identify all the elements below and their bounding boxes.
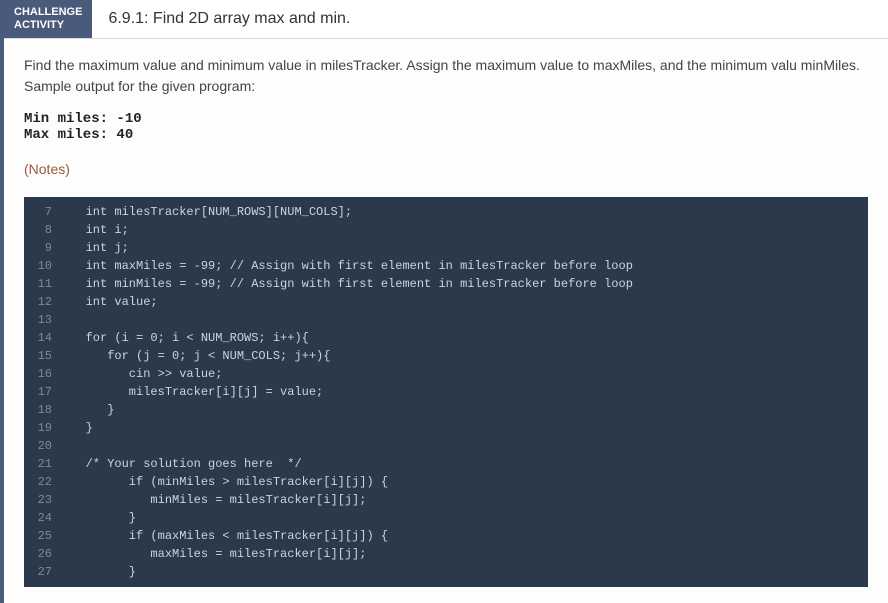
code-text: if (minMiles > milesTracker[i][j]) { (64, 473, 388, 491)
code-line: 18 } (24, 401, 868, 419)
code-line: 11 int minMiles = -99; // Assign with fi… (24, 275, 868, 293)
line-number: 27 (24, 563, 64, 581)
activity-badge: CHALLENGE ACTIVITY (4, 0, 92, 38)
notes-link[interactable]: (Notes) (24, 161, 70, 177)
code-text: minMiles = milesTracker[i][j]; (64, 491, 366, 509)
sample-output: Min miles: -10 Max miles: 40 (24, 111, 868, 143)
code-text: /* Your solution goes here */ (64, 455, 302, 473)
code-text: int minMiles = -99; // Assign with first… (64, 275, 633, 293)
code-text: milesTracker[i][j] = value; (64, 383, 323, 401)
code-line: 21 /* Your solution goes here */ (24, 455, 868, 473)
code-text: cin >> value; (64, 365, 222, 383)
line-number: 23 (24, 491, 64, 509)
line-number: 9 (24, 239, 64, 257)
line-number: 7 (24, 203, 64, 221)
code-line: 23 minMiles = milesTracker[i][j]; (24, 491, 868, 509)
line-number: 17 (24, 383, 64, 401)
output-line2: Max miles: 40 (24, 127, 133, 143)
code-line: 27 } (24, 563, 868, 581)
code-text: } (64, 401, 114, 419)
line-number: 20 (24, 437, 64, 455)
code-line: 25 if (maxMiles < milesTracker[i][j]) { (24, 527, 868, 545)
code-line: 20 (24, 437, 868, 455)
code-line: 24 } (24, 509, 868, 527)
code-text: for (j = 0; j < NUM_COLS; j++){ (64, 347, 330, 365)
line-number: 11 (24, 275, 64, 293)
line-number: 16 (24, 365, 64, 383)
line-number: 24 (24, 509, 64, 527)
code-line: 19 } (24, 419, 868, 437)
code-line: 26 maxMiles = milesTracker[i][j]; (24, 545, 868, 563)
code-text: for (i = 0; i < NUM_ROWS; i++){ (64, 329, 309, 347)
code-line: 13 (24, 311, 868, 329)
badge-line1: CHALLENGE (14, 6, 82, 19)
line-number: 15 (24, 347, 64, 365)
code-line: 17 milesTracker[i][j] = value; (24, 383, 868, 401)
line-number: 21 (24, 455, 64, 473)
code-editor[interactable]: 7 int milesTracker[NUM_ROWS][NUM_COLS]; … (24, 197, 868, 587)
code-line: 10 int maxMiles = -99; // Assign with fi… (24, 257, 868, 275)
activity-title: 6.9.1: Find 2D array max and min. (92, 0, 366, 38)
code-text: } (64, 563, 136, 581)
code-text: if (maxMiles < milesTracker[i][j]) { (64, 527, 388, 545)
activity-content: Find the maximum value and minimum value… (4, 39, 888, 603)
code-text: int value; (64, 293, 158, 311)
line-number: 26 (24, 545, 64, 563)
code-text: maxMiles = milesTracker[i][j]; (64, 545, 366, 563)
activity-container: CHALLENGE ACTIVITY 6.9.1: Find 2D array … (0, 0, 888, 603)
code-line: 22 if (minMiles > milesTracker[i][j]) { (24, 473, 868, 491)
output-line1: Min miles: -10 (24, 111, 142, 127)
code-line: 7 int milesTracker[NUM_ROWS][NUM_COLS]; (24, 203, 868, 221)
line-number: 10 (24, 257, 64, 275)
code-text: } (64, 509, 136, 527)
code-text: int milesTracker[NUM_ROWS][NUM_COLS]; (64, 203, 352, 221)
code-line: 14 for (i = 0; i < NUM_ROWS; i++){ (24, 329, 868, 347)
line-number: 12 (24, 293, 64, 311)
code-line: 15 for (j = 0; j < NUM_COLS; j++){ (24, 347, 868, 365)
code-text: int maxMiles = -99; // Assign with first… (64, 257, 633, 275)
instructions-text: Find the maximum value and minimum value… (24, 55, 868, 97)
code-text: } (64, 419, 93, 437)
line-number: 8 (24, 221, 64, 239)
line-number: 13 (24, 311, 64, 329)
code-text: int i; (64, 221, 129, 239)
line-number: 25 (24, 527, 64, 545)
line-number: 22 (24, 473, 64, 491)
code-line: 12 int value; (24, 293, 868, 311)
line-number: 14 (24, 329, 64, 347)
code-line: 16 cin >> value; (24, 365, 868, 383)
code-line: 8 int i; (24, 221, 868, 239)
line-number: 19 (24, 419, 64, 437)
badge-line2: ACTIVITY (14, 19, 82, 32)
code-text: int j; (64, 239, 129, 257)
line-number: 18 (24, 401, 64, 419)
activity-header: CHALLENGE ACTIVITY 6.9.1: Find 2D array … (4, 0, 888, 39)
code-line: 9 int j; (24, 239, 868, 257)
